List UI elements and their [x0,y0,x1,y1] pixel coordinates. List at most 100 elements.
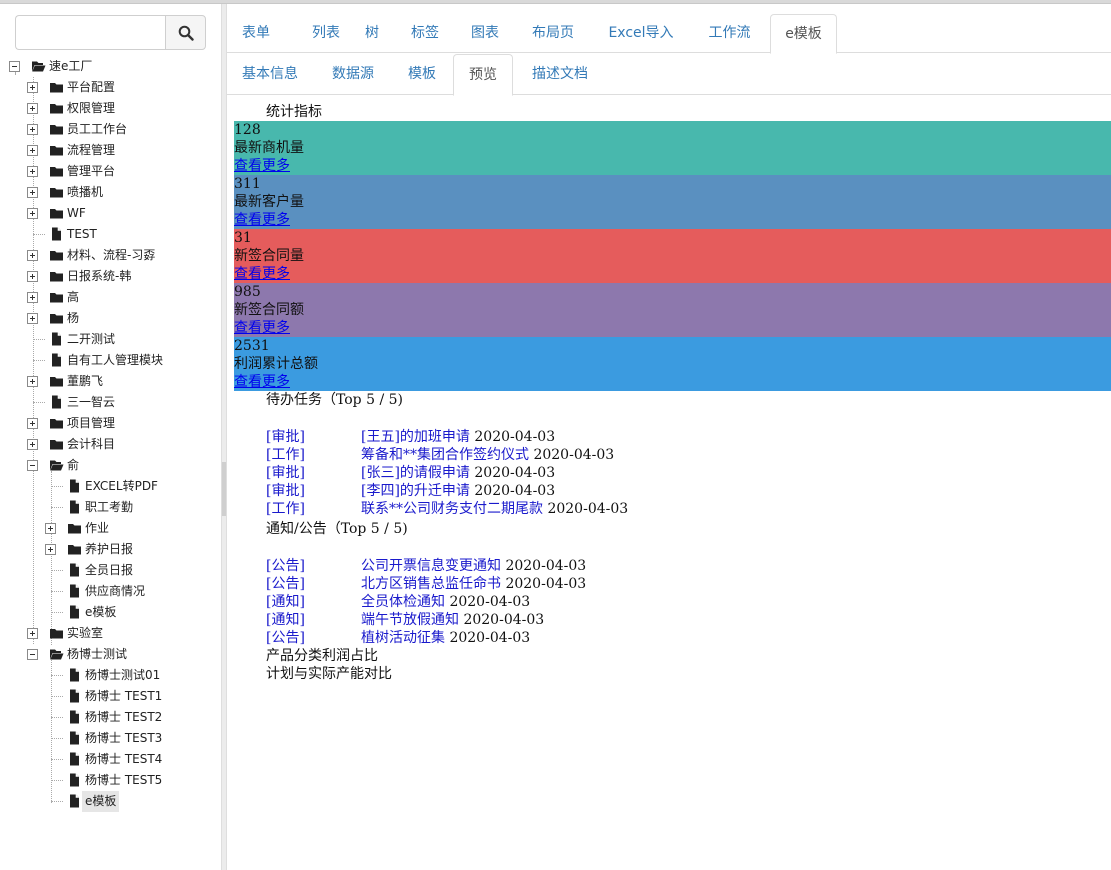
tree-node[interactable]: 项目管理 [0,413,221,434]
expand-icon[interactable] [27,628,38,639]
stat-label: 新签合同额 [234,302,304,318]
tree-node[interactable]: 杨博士 TEST3 [0,728,221,749]
tree-node-label: 供应商情况 [85,584,146,598]
view-more-link[interactable]: 查看更多 [234,158,290,174]
collapse-icon[interactable] [27,460,38,471]
tree-node[interactable]: 供应商情况 [0,581,221,602]
collapse-icon[interactable] [27,649,38,660]
main-tab[interactable]: Excel导入 [593,14,689,53]
todo-title: 待办任务（Top 5 / 5) [266,392,403,408]
tree-node[interactable]: 平台配置 [0,77,221,98]
item-title-link[interactable]: 联系**公司财务支付二期尾款 [361,501,543,517]
item-title-link[interactable]: 筹备和**集团合作签约仪式 [361,447,529,463]
expand-icon[interactable] [45,523,56,534]
tree-node[interactable]: 喷播机 [0,182,221,203]
tree-node[interactable]: 杨博士 TEST4 [0,749,221,770]
tree-node[interactable]: e模板 [0,602,221,623]
collapse-icon[interactable] [9,61,20,72]
expand-icon[interactable] [27,313,38,324]
main-tab[interactable]: 布局页 [517,14,589,53]
item-title-link[interactable]: 全员体检通知 [361,594,445,610]
tree-node[interactable]: 实验室 [0,623,221,644]
tree-node[interactable]: 流程管理 [0,140,221,161]
expand-icon[interactable] [27,103,38,114]
tree-node[interactable]: 权限管理 [0,98,221,119]
tree-node[interactable]: 二开测试 [0,329,221,350]
sub-tab[interactable]: 预览 [453,54,513,96]
main-tab[interactable]: 工作流 [693,14,766,53]
expand-icon[interactable] [27,145,38,156]
tree-node[interactable]: 会计科目 [0,434,221,455]
tree-node[interactable]: 员工工作台 [0,119,221,140]
item-title-link[interactable]: [张三]的请假申请 [361,465,470,481]
tree-node-label: TEST [67,227,97,241]
view-more-link[interactable]: 查看更多 [234,320,290,336]
sub-tab[interactable]: 数据源 [315,54,391,95]
expand-icon[interactable] [27,166,38,177]
tree-node-label: e模板 [82,791,120,812]
expand-icon[interactable] [45,544,56,555]
tree-node[interactable]: 三一智云 [0,392,221,413]
tree-node[interactable]: e模板 [0,791,221,812]
tree-node[interactable]: TEST [0,224,221,245]
sub-tab[interactable]: 模板 [393,54,451,95]
folder-icon [49,164,64,178]
tree-node-label: 杨博士 TEST3 [85,731,163,745]
tree-node[interactable]: WF [0,203,221,224]
tree-node[interactable]: 高 [0,287,221,308]
main-tab[interactable]: 树 [353,14,391,53]
expand-icon[interactable] [27,187,38,198]
tree-node[interactable]: 杨博士测试01 [0,665,221,686]
chart-profit-title: 产品分类利润占比 [266,648,378,664]
expand-icon[interactable] [27,124,38,135]
item-title-link[interactable]: 植树活动征集 [361,630,445,646]
expand-icon[interactable] [27,271,38,282]
tree-node[interactable]: 材料、流程-习孬 [0,245,221,266]
item-title-link[interactable]: [李四]的升迁申请 [361,483,470,499]
expand-icon[interactable] [27,376,38,387]
tree-node[interactable]: 作业 [0,518,221,539]
view-more-link[interactable]: 查看更多 [234,212,290,228]
tree-node[interactable]: 自有工人管理模块 [0,350,221,371]
search-button[interactable] [165,15,206,50]
item-title-link[interactable]: [王五]的加班申请 [361,429,470,445]
expand-icon[interactable] [27,250,38,261]
item-tag: [审批] [266,429,305,445]
tree-node[interactable]: EXCEL转PDF [0,476,221,497]
expand-icon[interactable] [27,208,38,219]
view-more-link[interactable]: 查看更多 [234,266,290,282]
item-title-link[interactable]: 公司开票信息变更通知 [361,558,501,574]
main-tab[interactable]: e模板 [770,14,837,54]
tree-node[interactable]: 速e工厂 [0,56,221,77]
item-tag: [公告] [266,558,305,574]
tree-node[interactable]: 董鹏飞 [0,371,221,392]
expand-icon[interactable] [27,439,38,450]
tree-node-label: 杨博士 TEST1 [85,689,163,703]
tree-node[interactable]: 日报系统-韩 [0,266,221,287]
sub-tab[interactable]: 描述文档 [515,54,605,95]
expand-icon[interactable] [27,292,38,303]
tree-node[interactable]: 杨博士 TEST2 [0,707,221,728]
tree-node[interactable]: 杨博士测试 [0,644,221,665]
main-tab[interactable]: 列表 [303,14,349,53]
sub-tab[interactable]: 基本信息 [227,54,313,95]
item-tag: [通知] [266,594,305,610]
tree-node[interactable]: 杨 [0,308,221,329]
tree-node[interactable]: 俞 [0,455,221,476]
tree-node[interactable]: 管理平台 [0,161,221,182]
item-title-link[interactable]: 北方区销售总监任命书 [361,576,501,592]
main-tab[interactable]: 表单 [227,14,285,53]
main-tab[interactable]: 标签 [397,14,453,53]
item-title-link[interactable]: 端午节放假通知 [361,612,459,628]
tree-node[interactable]: 杨博士 TEST1 [0,686,221,707]
search-input[interactable] [15,15,166,50]
expand-icon[interactable] [27,418,38,429]
tree-node[interactable]: 职工考勤 [0,497,221,518]
splitter-grip[interactable] [222,462,226,516]
expand-icon[interactable] [27,82,38,93]
view-more-link[interactable]: 查看更多 [234,374,290,390]
tree-node[interactable]: 全员日报 [0,560,221,581]
main-tab[interactable]: 图表 [457,14,513,53]
tree-node[interactable]: 养护日报 [0,539,221,560]
tree-node[interactable]: 杨博士 TEST5 [0,770,221,791]
